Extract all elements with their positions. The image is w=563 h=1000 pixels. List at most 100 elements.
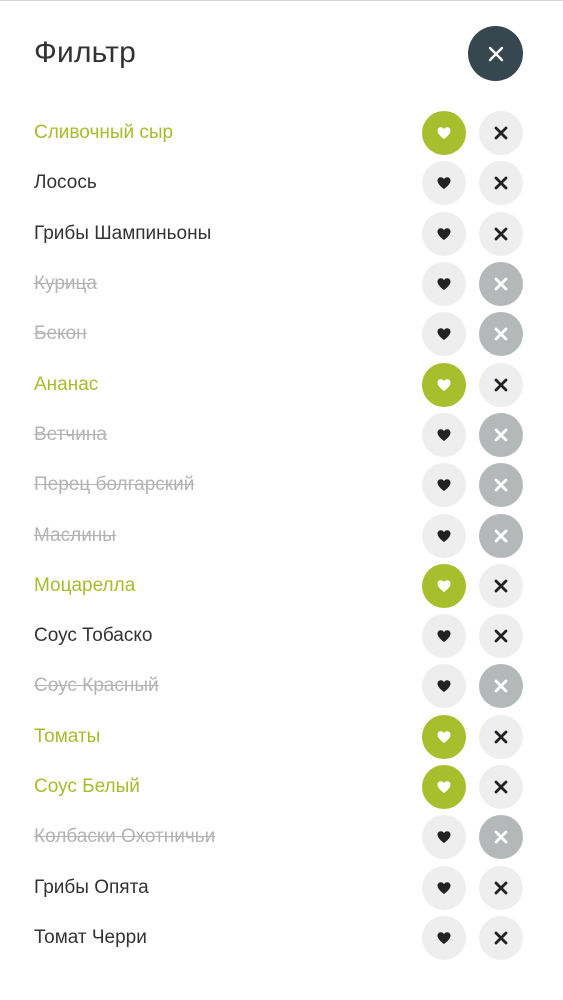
cross-icon — [494, 428, 508, 442]
ingredient-label: Курица — [34, 273, 97, 295]
like-button[interactable] — [422, 915, 466, 960]
ingredient-label: Томаты — [34, 725, 101, 747]
cross-icon — [494, 277, 508, 291]
cross-icon — [494, 931, 508, 945]
ingredient-label: Соус Красный — [34, 675, 159, 697]
heart-icon — [437, 932, 451, 944]
ingredient-row: Ветчина — [0, 410, 563, 460]
heart-icon — [437, 278, 451, 291]
cross-icon — [494, 327, 508, 341]
cross-icon — [494, 579, 508, 593]
like-button[interactable] — [422, 513, 466, 558]
ingredient-row: Курица — [0, 259, 563, 309]
heart-icon — [437, 378, 451, 391]
ingredient-label: Соус Белый — [34, 776, 140, 797]
like-button[interactable] — [422, 111, 466, 156]
heart-icon — [437, 781, 451, 793]
like-button[interactable] — [422, 664, 466, 709]
cross-icon — [494, 830, 508, 844]
exclude-button[interactable] — [479, 915, 523, 960]
like-button[interactable] — [422, 614, 466, 659]
exclude-button[interactable] — [479, 815, 523, 860]
exclude-button[interactable] — [479, 412, 523, 457]
like-button[interactable] — [422, 765, 466, 809]
ingredient-row: Соус Красный — [0, 661, 563, 711]
close-button[interactable] — [468, 26, 523, 81]
ingredient-label: Лосось — [34, 172, 97, 194]
cross-icon — [494, 730, 508, 744]
ingredient-row: Моцарелла — [0, 561, 563, 611]
heart-icon — [437, 479, 451, 492]
like-button[interactable] — [422, 312, 466, 357]
heart-icon — [437, 580, 451, 592]
like-button[interactable] — [422, 262, 466, 307]
ingredient-label: Грибы Шампиньоны — [34, 222, 212, 244]
ingredient-row: Сливочный сыр — [0, 108, 563, 158]
like-button[interactable] — [422, 161, 466, 206]
ingredient-row: Перец болгарский — [0, 460, 563, 510]
ingredient-row: Грибы Шампиньоны — [0, 209, 563, 259]
exclude-button[interactable] — [479, 563, 523, 608]
ingredient-label: Ветчина — [34, 423, 107, 445]
ingredient-row: Томаты — [0, 712, 563, 762]
heart-icon — [437, 429, 451, 441]
ingredient-row: Соус Тобаско — [0, 611, 563, 661]
exclude-button[interactable] — [479, 211, 523, 256]
ingredient-row: Бекон — [0, 309, 563, 359]
ingredient-list: Сливочный сыр Лосось Грибы Шампиньоны Куриц… — [0, 108, 563, 963]
like-button[interactable] — [422, 211, 466, 256]
ingredient-label: Томат Черри — [34, 926, 147, 948]
like-button[interactable] — [422, 563, 466, 608]
ingredient-label: Колбаски Охотничьи — [34, 826, 216, 848]
like-button[interactable] — [422, 463, 466, 508]
ingredient-label: Перец болгарский — [34, 474, 195, 496]
exclude-button[interactable] — [479, 765, 523, 809]
cross-icon — [494, 478, 508, 492]
ingredient-label: Грибы Опята — [34, 876, 149, 898]
page-title: Фильтр — [34, 36, 136, 69]
exclude-button[interactable] — [479, 111, 523, 156]
like-button[interactable] — [422, 362, 466, 407]
heart-icon — [437, 127, 451, 140]
ingredient-label: Ананас — [34, 373, 99, 395]
cross-icon — [494, 881, 508, 894]
heart-icon — [437, 227, 451, 240]
cross-icon — [494, 629, 508, 643]
ingredient-row: Грибы Опята — [0, 862, 563, 912]
exclude-button[interactable] — [479, 463, 523, 508]
filter-header: Фильтр — [0, 0, 563, 110]
ingredient-label: Маслины — [34, 524, 116, 546]
cross-icon — [494, 126, 508, 140]
exclude-button[interactable] — [479, 664, 523, 709]
cross-icon — [494, 227, 508, 241]
ingredient-row: Лосось — [0, 158, 563, 208]
like-button[interactable] — [422, 714, 466, 759]
like-button[interactable] — [422, 865, 466, 910]
exclude-button[interactable] — [479, 513, 523, 558]
exclude-button[interactable] — [479, 262, 523, 307]
ingredient-row: Ананас — [0, 359, 563, 409]
heart-icon — [437, 730, 451, 743]
exclude-button[interactable] — [479, 362, 523, 407]
ingredient-label: Моцарелла — [34, 574, 136, 596]
exclude-button[interactable] — [479, 614, 523, 659]
exclude-button[interactable] — [479, 714, 523, 759]
cross-icon — [494, 177, 508, 190]
heart-icon — [437, 881, 451, 894]
exclude-button[interactable] — [479, 865, 523, 910]
cross-icon — [494, 780, 508, 794]
exclude-button[interactable] — [479, 161, 523, 206]
exclude-button[interactable] — [479, 312, 523, 357]
cross-icon — [494, 529, 508, 542]
heart-icon — [437, 831, 451, 844]
ingredient-label: Соус Тобаско — [34, 625, 153, 647]
heart-icon — [437, 680, 451, 693]
close-icon — [488, 46, 503, 61]
like-button[interactable] — [422, 412, 466, 457]
heart-icon — [437, 328, 451, 341]
cross-icon — [494, 680, 508, 693]
ingredient-label: Бекон — [34, 323, 87, 345]
ingredient-row: Колбаски Охотничьи — [0, 812, 563, 862]
ingredient-row: Соус Белый — [0, 762, 563, 812]
like-button[interactable] — [422, 815, 466, 860]
